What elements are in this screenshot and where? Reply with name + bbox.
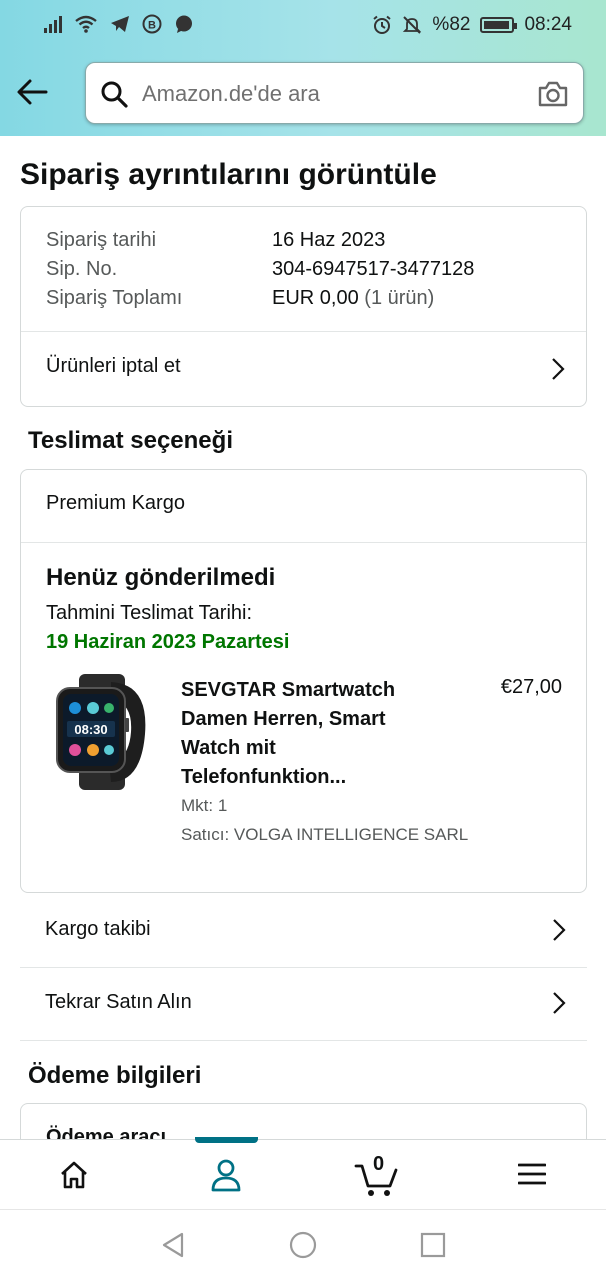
- divider: [20, 1040, 587, 1041]
- estimate-label: Tahmini Teslimat Tarihi:: [46, 602, 253, 624]
- order-date-value: 16 Haz 2023: [272, 229, 386, 251]
- divider: [21, 542, 586, 543]
- chevron-right-icon: [552, 358, 565, 380]
- battery-icon: [480, 17, 518, 33]
- svg-text:B: B: [148, 20, 156, 32]
- signal-icon: [44, 15, 62, 33]
- product-image[interactable]: 08:30: [49, 674, 155, 790]
- back-arrow-icon[interactable]: [14, 74, 50, 110]
- buy-again-label: Tekrar Satın Alın: [45, 991, 192, 1013]
- chat-icon: [176, 15, 192, 33]
- cart-button[interactable]: 0: [354, 1153, 400, 1198]
- order-item-count: (1 ürün): [364, 287, 435, 309]
- menu-icon[interactable]: [518, 1162, 546, 1186]
- wifi-icon: [75, 15, 97, 33]
- telegram-icon: [111, 16, 129, 32]
- shipment-status: Henüz gönderilmedi: [46, 564, 276, 591]
- nav-back-icon[interactable]: [158, 1230, 188, 1260]
- product-name[interactable]: SEVGTAR Smartwatch Damen Herren, Smart W…: [181, 676, 431, 792]
- account-icon[interactable]: [210, 1158, 242, 1192]
- top-header: B %82 08:24 Amazon.de'de ara: [0, 0, 606, 136]
- mute-icon: [403, 16, 422, 34]
- status-left: B: [44, 14, 194, 34]
- search-bar[interactable]: Amazon.de'de ara: [85, 62, 584, 124]
- cancel-items-row[interactable]: Ürünleri iptal et: [21, 332, 586, 407]
- chevron-right-icon: [553, 919, 566, 941]
- battery-percent: %82: [432, 14, 471, 35]
- delivery-section-title: Teslimat seçeneği: [28, 427, 233, 454]
- status-right: %82 08:24: [372, 14, 572, 36]
- b-icon: B: [142, 14, 162, 34]
- order-number-value: 304-6947517-3477128: [272, 258, 475, 280]
- page-title: Sipariş ayrıntılarını görüntüle: [20, 158, 437, 191]
- alarm-icon: [373, 15, 392, 34]
- payment-section-title: Ödeme bilgileri: [28, 1062, 202, 1089]
- track-package-label: Kargo takibi: [45, 918, 151, 940]
- cancel-items-label: Ürünleri iptal et: [46, 355, 181, 377]
- active-tab-indicator: [195, 1137, 258, 1143]
- nav-recents-icon[interactable]: [418, 1230, 448, 1260]
- order-total-label: Sipariş Toplamı: [46, 287, 183, 309]
- search-icon: [101, 81, 128, 108]
- svg-text:08:30: 08:30: [74, 722, 107, 737]
- clock: 08:24: [524, 14, 572, 35]
- order-total-amount: EUR 0,00: [272, 287, 359, 309]
- product-quantity: Mkt: 1: [181, 796, 228, 815]
- order-summary-card: Sipariş tarihi 16 Haz 2023 Sip. No. 304-…: [20, 206, 587, 407]
- buy-again-row[interactable]: Tekrar Satın Alın: [20, 967, 587, 1040]
- chevron-right-icon: [553, 992, 566, 1014]
- cart-count: 0: [373, 1153, 385, 1175]
- camera-icon[interactable]: [537, 80, 569, 108]
- track-package-row[interactable]: Kargo takibi: [20, 894, 587, 967]
- bottom-nav: 0: [0, 1137, 606, 1209]
- product-price: €27,00: [500, 676, 562, 698]
- estimate-date: 19 Haziran 2023 Pazartesi: [46, 631, 290, 653]
- status-bar: B %82 08:24: [0, 0, 606, 50]
- product-seller: Satıcı: VOLGA INTELLIGENCE SARL: [181, 825, 469, 844]
- search-placeholder: Amazon.de'de ara: [142, 81, 320, 106]
- order-number-label: Sip. No.: [46, 258, 118, 280]
- order-date-label: Sipariş tarihi: [46, 229, 157, 251]
- order-total-value: EUR 0,00 (1 ürün): [272, 287, 434, 310]
- delivery-card: Premium Kargo Henüz gönderilmedi Tahmini…: [20, 469, 587, 893]
- nav-home-icon[interactable]: [288, 1230, 318, 1260]
- delivery-option: Premium Kargo: [46, 492, 185, 514]
- system-nav: [0, 1209, 606, 1280]
- home-icon[interactable]: [59, 1160, 89, 1190]
